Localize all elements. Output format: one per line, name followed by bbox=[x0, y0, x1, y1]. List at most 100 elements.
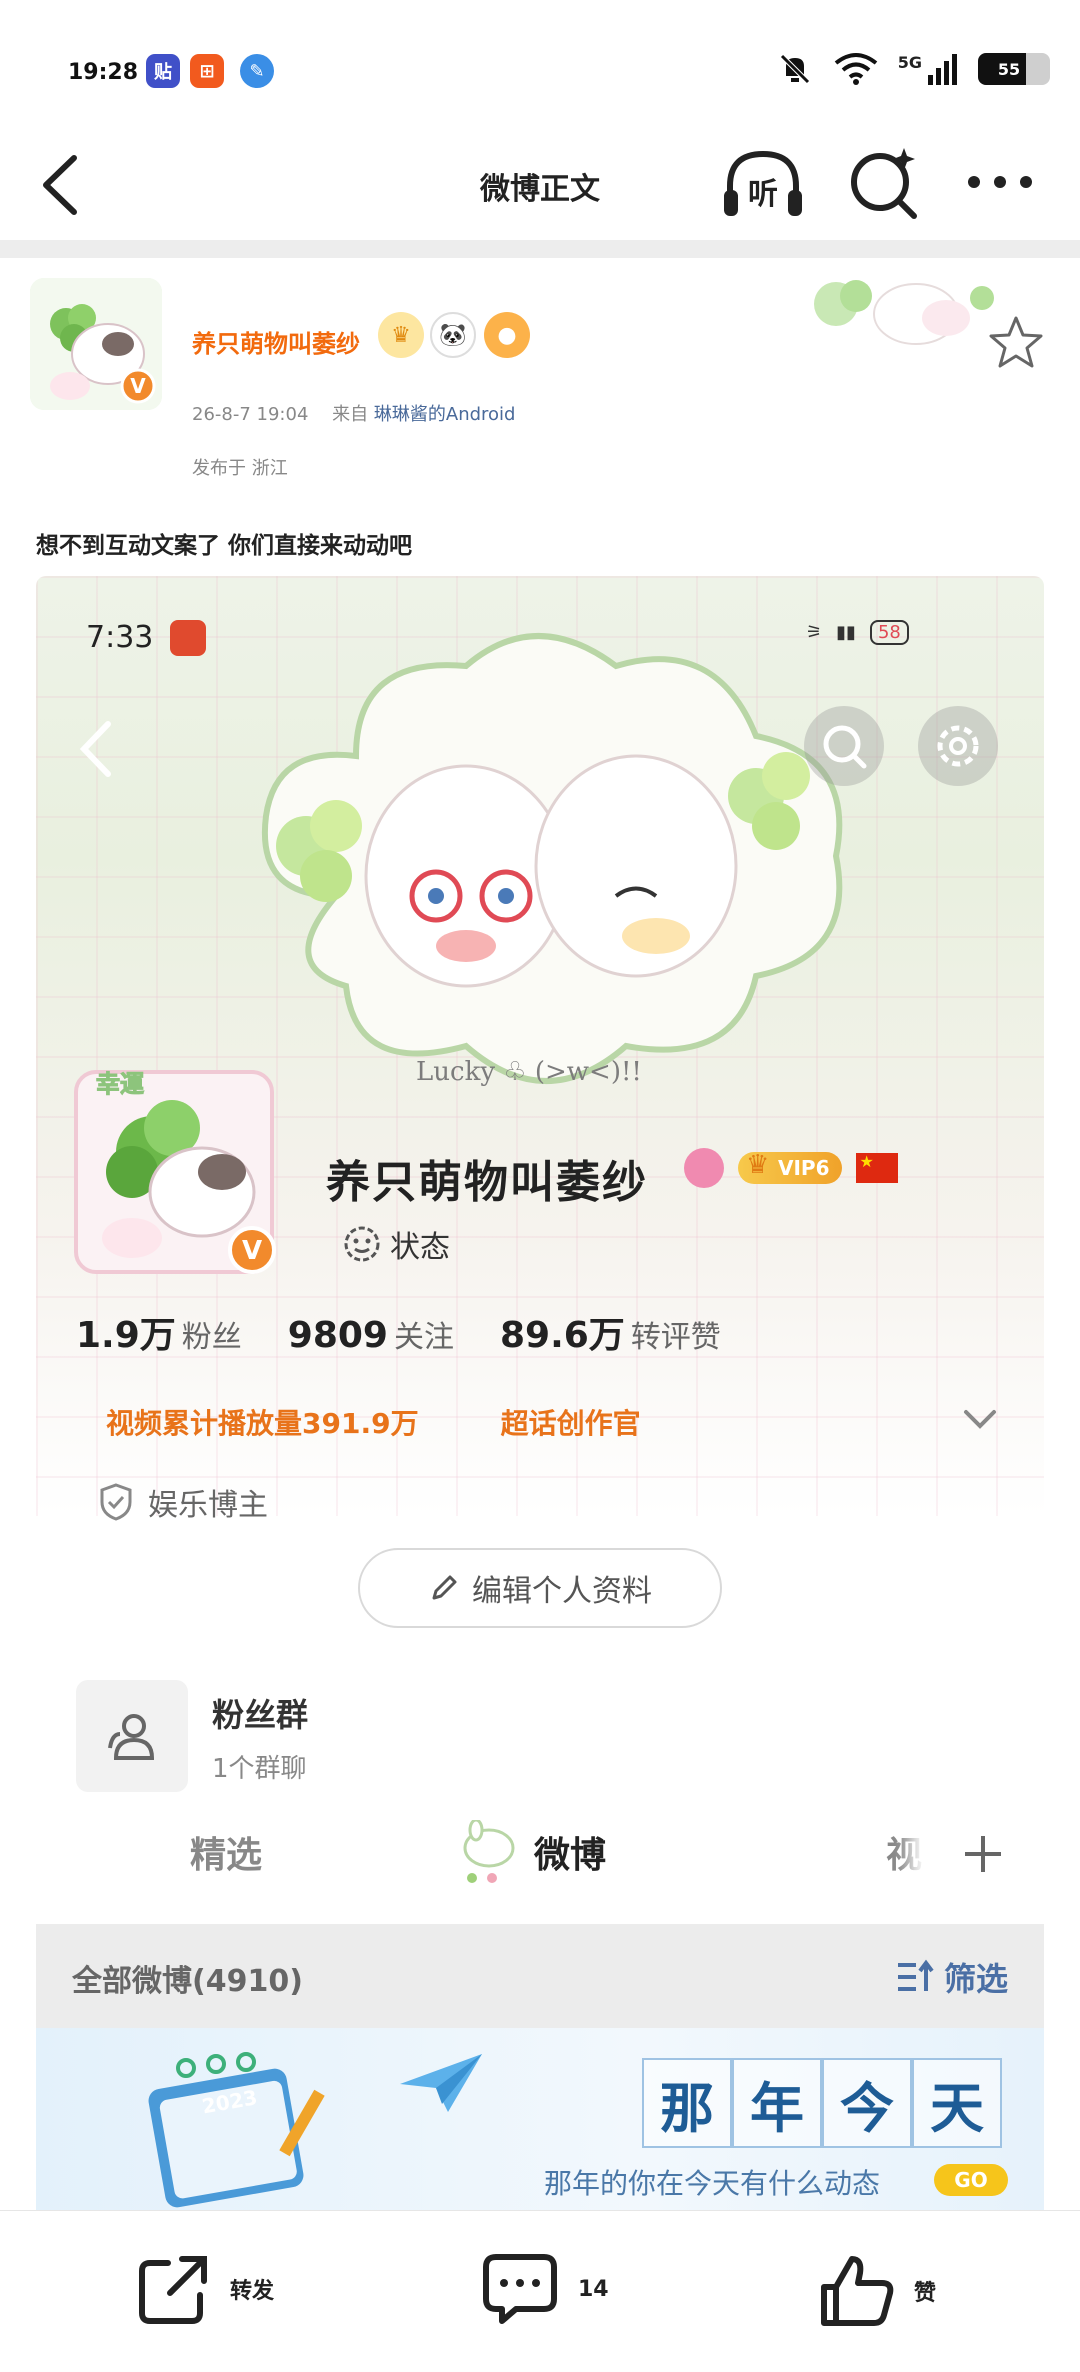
filter-button: 筛选 bbox=[896, 1954, 1008, 2000]
banner-char: 天 bbox=[912, 2058, 1002, 2148]
group-people-icon bbox=[76, 1680, 188, 1792]
tab-weibo: 微博 bbox=[534, 1835, 607, 1876]
cloud-illustration: Lucky ♧ (>w<)!! bbox=[261, 633, 843, 1087]
svg-text:V: V bbox=[242, 1236, 262, 1266]
filter-icon bbox=[897, 1959, 934, 1991]
stat-interactions: 89.6万 转评赞 bbox=[499, 1315, 721, 1356]
tab-featured: 精选 bbox=[190, 1835, 263, 1876]
status-chip: 状态 bbox=[342, 1222, 450, 1266]
vip-badge: VIP6 bbox=[738, 1150, 842, 1184]
inner-gear-icon bbox=[937, 725, 979, 767]
add-tab-button bbox=[922, 1804, 1044, 1904]
status-time: 19:28 bbox=[68, 60, 139, 85]
section-divider bbox=[0, 240, 1080, 258]
like-button[interactable]: 赞 bbox=[816, 2251, 936, 2331]
achievement-row: 视频累计播放量391.9万 超话创作官 bbox=[106, 1402, 641, 1442]
on-this-day-banner: 2023 那 年 今 天 那年的你在今天有什么动态 GO bbox=[36, 2028, 1044, 2218]
inner-search-button bbox=[804, 706, 884, 786]
network-type: 5G bbox=[897, 52, 922, 72]
inner-status-icons: ⚞ ▮▮ 58 bbox=[806, 620, 909, 645]
favorite-star-icon[interactable] bbox=[988, 314, 1044, 370]
paper-plane-icon bbox=[400, 2054, 482, 2112]
notification-app-icon: ⊞ bbox=[190, 54, 224, 88]
super-topic: 超话创作官 bbox=[500, 1407, 641, 1440]
inner-search-icon bbox=[823, 725, 867, 769]
china-flag-icon bbox=[855, 1152, 898, 1183]
banner-title: 那 年 今 天 bbox=[642, 2058, 1002, 2148]
banner-char: 年 bbox=[732, 2058, 822, 2148]
listen-headphone-icon[interactable]: 听 bbox=[718, 146, 808, 226]
repost-button[interactable]: 转发 bbox=[136, 2251, 274, 2327]
video-plays: 视频累计播放量391.9万 bbox=[106, 1407, 419, 1440]
shield-check-icon bbox=[100, 1483, 132, 1521]
source-prefix: 来自 bbox=[332, 404, 369, 425]
comment-count: 14 bbox=[578, 2276, 609, 2302]
banner-go-button: GO bbox=[934, 2164, 1008, 2196]
avatar[interactable]: V bbox=[30, 278, 162, 410]
nav-bar: 微博正文 听 bbox=[0, 130, 1080, 240]
status-bar: 19:28 贴 ⊞ ✎ 5G 55 bbox=[0, 0, 1080, 130]
signal-icon bbox=[928, 54, 957, 85]
more-icon[interactable] bbox=[960, 152, 1040, 212]
fan-group-subtitle: 1个群聊 bbox=[212, 1754, 307, 1784]
wifi-icon bbox=[834, 53, 877, 85]
profile-avatar: 幸運 V bbox=[74, 1070, 276, 1274]
tab-video: 视 bbox=[886, 1835, 923, 1876]
fan-group-card: 粉丝群 1个群聊 bbox=[76, 1676, 576, 1796]
lucky-decoration-sticker bbox=[814, 280, 994, 345]
lucky-text: Lucky ♧ (>w<)!! bbox=[416, 1057, 642, 1087]
mute-icon bbox=[779, 54, 810, 84]
profile-badges: VIP6 bbox=[684, 1148, 898, 1188]
pink-search-badge-icon bbox=[684, 1148, 724, 1188]
all-weibo-count: 全部微博(4910) bbox=[72, 1964, 303, 1999]
inner-settings-button bbox=[918, 706, 998, 786]
bottom-action-bar: 转发 14 赞 bbox=[0, 2210, 1080, 2372]
notification-app-icon: 贴 bbox=[146, 54, 180, 88]
panda-icon: 🐼 bbox=[430, 312, 476, 358]
entertainment-tag: 娱乐博主 bbox=[98, 1480, 268, 1524]
svg-text:幸運: 幸運 bbox=[96, 1070, 144, 1098]
inner-wifi-icon: ⚞ bbox=[806, 622, 823, 643]
banner-char: 那 bbox=[642, 2058, 732, 2148]
post-header: V 养只萌物叫萎纱 ♛ 🐼 ● 26-8-7 19:04 来自 琳琳酱的Andr… bbox=[0, 258, 1080, 518]
post-meta: 26-8-7 19:04 来自 琳琳酱的Android bbox=[192, 400, 515, 426]
username[interactable]: 养只萌物叫萎纱 bbox=[192, 324, 360, 359]
pencil-icon bbox=[432, 1575, 457, 1600]
bunny-sticker-icon bbox=[463, 1820, 515, 1883]
fish-icon: ● bbox=[484, 312, 530, 358]
chevron-down-icon bbox=[964, 1410, 996, 1429]
inner-back-icon bbox=[79, 721, 111, 777]
post-image[interactable]: Lucky ♧ (>w<)!! 7:33 ⚞ ▮▮ 58 幸運 V 养只萌物叫萎… bbox=[36, 576, 1044, 2218]
thumbs-up-icon bbox=[821, 2256, 894, 2326]
source-link[interactable]: 琳琳酱的Android bbox=[374, 404, 516, 425]
plus-icon bbox=[965, 1836, 1001, 1872]
repost-label: 转发 bbox=[230, 2279, 275, 2304]
calendar-illustration: 2023 bbox=[148, 2052, 325, 2208]
banner-subtitle: 那年的你在今天有什么动态 bbox=[544, 2167, 881, 2200]
post-text: 想不到互动文案了 你们直接来动动吧 bbox=[36, 533, 413, 559]
all-weibo-bar: 全部微博(4910) 筛选 bbox=[36, 1924, 1044, 2028]
like-label: 赞 bbox=[914, 2281, 937, 2306]
svg-text:听: 听 bbox=[748, 177, 778, 212]
edit-profile-button: 编辑个人资料 bbox=[358, 1548, 722, 1628]
banner-char: 今 bbox=[822, 2058, 912, 2148]
inner-status-time: 7:33 bbox=[86, 620, 154, 655]
inner-battery: 58 bbox=[869, 620, 909, 645]
crown-level-icon: ♛ bbox=[378, 312, 424, 358]
profile-banner: Lucky ♧ (>w<)!! 7:33 ⚞ ▮▮ 58 幸運 V 养只萌物叫萎… bbox=[36, 576, 1044, 1523]
post-location: 发布于 浙江 bbox=[192, 458, 288, 479]
comment-button[interactable]: 14 bbox=[480, 2251, 609, 2327]
profile-stats: 1.9万 粉丝 9809 关注 89.6万 转评赞 bbox=[76, 1306, 721, 1358]
post-time: 26-8-7 19:04 bbox=[192, 404, 309, 425]
profile-tabs: 精选 微博 视 bbox=[36, 1804, 1044, 1904]
stat-following: 9809 关注 bbox=[287, 1315, 454, 1356]
share-icon bbox=[139, 2256, 207, 2324]
comment-icon bbox=[483, 2254, 557, 2324]
stat-fans: 1.9万 粉丝 bbox=[76, 1315, 242, 1356]
fan-group-title: 粉丝群 bbox=[212, 1696, 309, 1734]
battery-indicator: 55 bbox=[978, 53, 1050, 85]
inner-signal-icon: ▮▮ bbox=[836, 622, 856, 643]
profile-name: 养只萌物叫萎纱 bbox=[326, 1157, 648, 1208]
ai-search-icon[interactable] bbox=[844, 144, 924, 224]
svg-text:V: V bbox=[130, 374, 146, 398]
